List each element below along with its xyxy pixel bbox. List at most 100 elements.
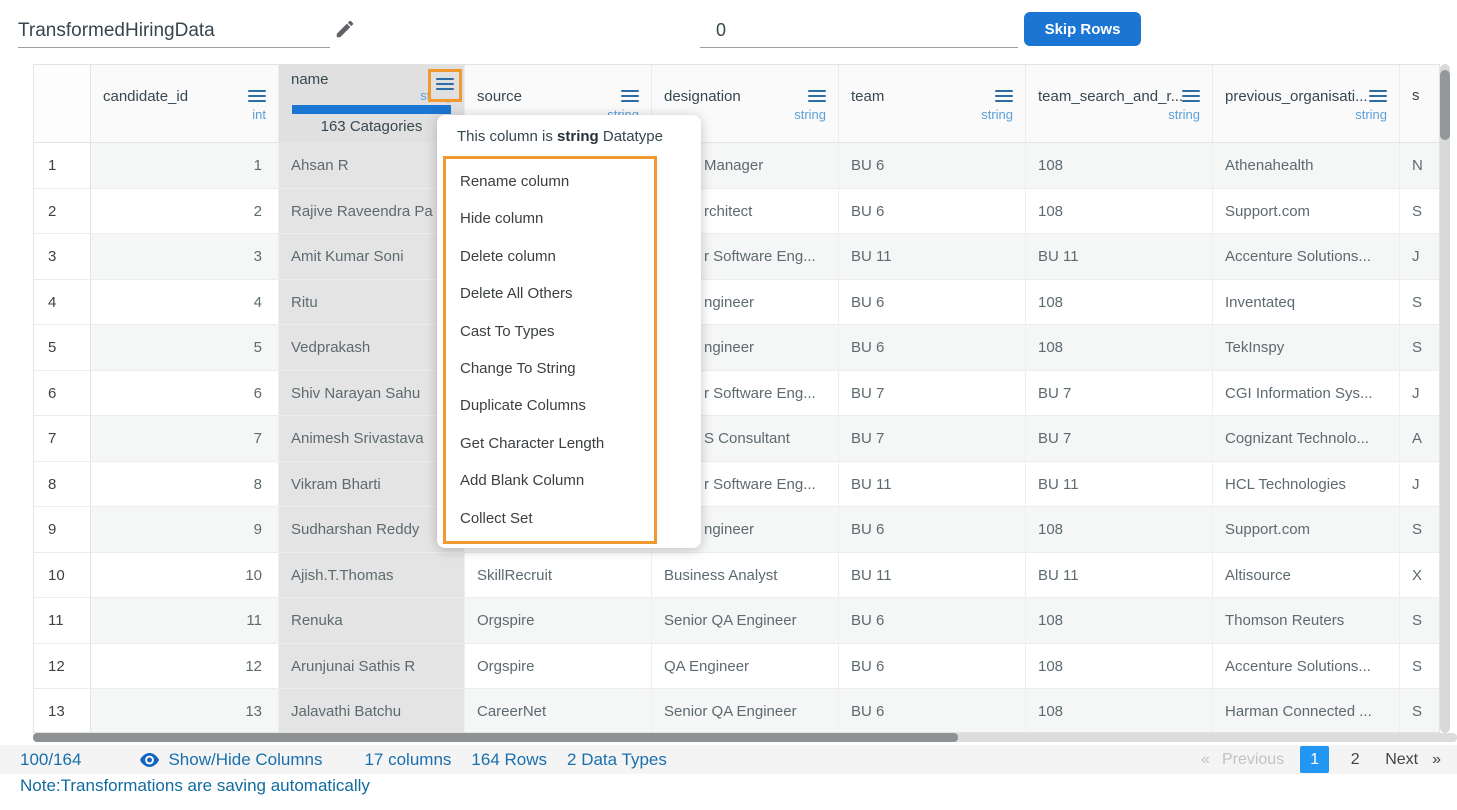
cell-team: BU 6 [839,325,1026,371]
cell-last: S [1400,644,1440,690]
cell-designation: Senior QA Engineer [652,598,839,644]
category-distribution-bar [292,105,451,114]
cell-team_search: 108 [1026,143,1213,189]
cell-candidate_id: 5 [91,325,279,371]
rows-count: 164 Rows [471,750,547,770]
previous-button[interactable]: Previous [1222,751,1284,769]
skip-rows-input[interactable] [700,14,1018,48]
row-number: 13 [34,689,91,733]
dataset-name-input[interactable] [18,14,330,48]
cell-previous_org: CGI Information Sys... [1213,371,1400,417]
table-row: 1313Jalavathi BatchuCareerNetSenior QA E… [34,689,1439,733]
cell-previous_org: TekInspy [1213,325,1400,371]
column-menu-icon[interactable] [436,75,454,93]
column-header-team[interactable]: team string [839,65,1026,142]
row-number: 6 [34,371,91,417]
cell-candidate_id: 8 [91,462,279,508]
cell-previous_org: Harman Connected ... [1213,689,1400,733]
cell-team_search: BU 11 [1026,234,1213,280]
edit-pencil-icon[interactable] [334,18,356,40]
table-row: 66Shiv Narayan Sahur Software Eng...BU 7… [34,371,1439,417]
previous-arrow[interactable]: « [1201,751,1210,769]
cell-source: Orgspire [465,598,652,644]
row-number: 2 [34,189,91,235]
menu-item-delete-column[interactable]: Delete column [460,238,654,275]
cell-previous_org: Support.com [1213,189,1400,235]
cell-team: BU 6 [839,689,1026,733]
cell-last: S [1400,689,1440,733]
next-arrow[interactable]: » [1432,751,1441,769]
column-header-candidate-id[interactable]: candidate_id int [91,65,279,142]
cell-team_search: 108 [1026,507,1213,553]
column-menu-icon[interactable] [1182,87,1200,105]
column-label: source [477,88,522,105]
row-number: 8 [34,462,91,508]
skip-rows-button[interactable]: Skip Rows [1024,12,1141,46]
column-label: s [1412,87,1420,104]
cell-team: BU 6 [839,189,1026,235]
cell-candidate_id: 7 [91,416,279,462]
cell-team: BU 6 [839,280,1026,326]
horizontal-scrollbar-thumb[interactable] [33,733,958,742]
column-header-clipped[interactable]: s [1400,65,1440,142]
column-context-menu: This column is string Datatype Rename co… [437,115,701,548]
cell-name: Renuka [279,598,465,644]
column-label: team_search_and_r... [1038,88,1182,105]
column-type: string [1038,107,1200,122]
cell-team_search: BU 11 [1026,553,1213,599]
row-number: 3 [34,234,91,280]
cell-team_search: 108 [1026,689,1213,733]
column-menu-icon[interactable] [995,87,1013,105]
row-number: 11 [34,598,91,644]
column-header-previous-organisation[interactable]: previous_organisati... string [1213,65,1400,142]
column-datatype-tooltip: This column is string Datatype [437,115,701,156]
cell-team_search: 108 [1026,644,1213,690]
table-row: 22Rajive Raveendra ParchitectBU 6108Supp… [34,189,1439,235]
next-button[interactable]: Next [1385,751,1418,769]
cell-last: S [1400,280,1440,326]
cell-team_search: 108 [1026,598,1213,644]
menu-item-add-blank-column[interactable]: Add Blank Column [460,462,654,499]
menu-item-cast-to-types[interactable]: Cast To Types [460,313,654,350]
cell-team: BU 11 [839,462,1026,508]
menu-item-change-to-string[interactable]: Change To String [460,350,654,387]
column-type: string [851,107,1013,122]
table-row: 55VedprakashngineerBU 6108TekInspyS [34,325,1439,371]
cell-candidate_id: 2 [91,189,279,235]
show-hide-columns-button[interactable]: Show/Hide Columns [139,750,322,770]
horizontal-scrollbar[interactable] [33,733,1457,742]
page-1-button[interactable]: 1 [1300,746,1329,773]
table-row: 88Vikram Bhartir Software Eng...BU 11BU … [34,462,1439,508]
menu-item-get-character-length[interactable]: Get Character Length [460,425,654,462]
menu-item-duplicate-columns[interactable]: Duplicate Columns [460,387,654,424]
column-menu-icon[interactable] [621,87,639,105]
cell-name: Ajish.T.Thomas [279,553,465,599]
table-stats: 17 columns 164 Rows 2 Data Types [364,750,666,770]
column-header-team-search[interactable]: team_search_and_r... string [1026,65,1213,142]
cell-last: X [1400,553,1440,599]
cell-designation: QA Engineer [652,644,839,690]
menu-item-collect-set[interactable]: Collect Set [460,500,654,537]
menu-item-delete-all-others[interactable]: Delete All Others [460,275,654,312]
table-row: 99Sudharshan ReddyngineerBU 6108Support.… [34,507,1439,553]
column-menu-list: Rename columnHide columnDelete columnDel… [443,156,657,544]
datatypes-count: 2 Data Types [567,750,667,770]
column-menu-icon[interactable] [248,87,266,105]
vertical-scrollbar[interactable] [1440,64,1450,733]
table-row: 11Ahsan RManagerBU 6108AthenahealthN [34,143,1439,189]
table-row: 1010Ajish.T.ThomasSkillRecruitBusiness A… [34,553,1439,599]
page-2-button[interactable]: 2 [1345,751,1365,769]
menu-item-rename-column[interactable]: Rename column [460,163,654,200]
menu-item-hide-column[interactable]: Hide column [460,200,654,237]
cell-previous_org: Altisource [1213,553,1400,599]
vertical-scrollbar-thumb[interactable] [1440,70,1450,140]
cell-last: J [1400,462,1440,508]
pagination: « Previous 1 2 Next » [1201,746,1441,773]
cell-previous_org: Accenture Solutions... [1213,234,1400,280]
column-type: string [1225,107,1387,122]
autosave-note: Note:Transformations are saving automati… [20,776,370,796]
column-label: designation [664,88,741,105]
cell-team: BU 7 [839,371,1026,417]
column-menu-icon[interactable] [808,87,826,105]
column-menu-icon[interactable] [1369,87,1387,105]
